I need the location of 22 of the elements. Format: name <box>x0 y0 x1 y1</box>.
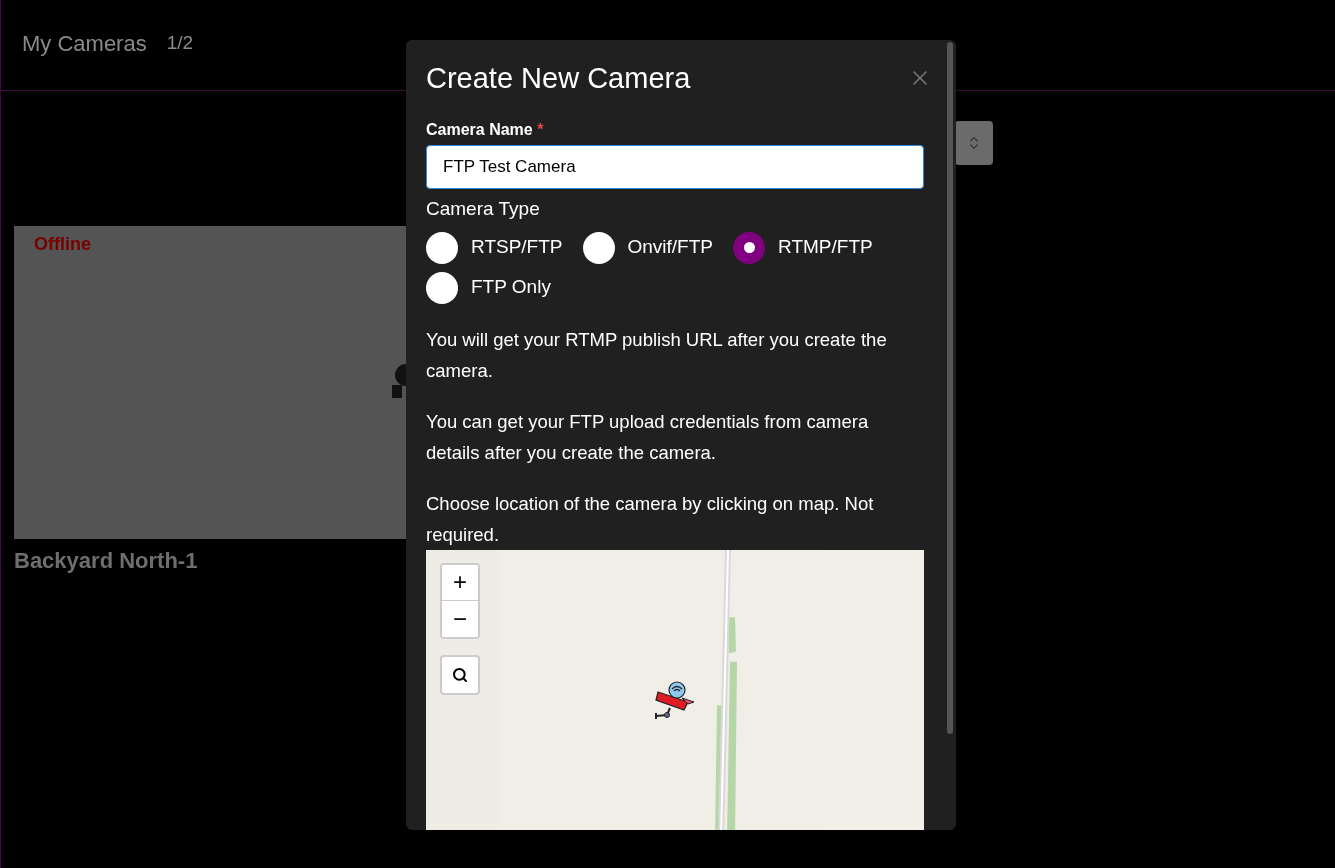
camera-icon <box>392 361 406 401</box>
status-label: Offline <box>34 234 91 254</box>
scrollbar[interactable] <box>947 42 953 734</box>
field-label: Camera Name * <box>426 120 545 140</box>
camera-type-radio[interactable]: RTMP/FTP <box>733 231 873 264</box>
map-search-button[interactable] <box>440 654 480 695</box>
camera-type-radio[interactable]: FTP Only <box>426 271 551 304</box>
sort-button[interactable] <box>955 121 993 165</box>
camera-type-radio[interactable]: Onvif/FTP <box>582 231 713 264</box>
location-map[interactable]: + − <box>426 549 924 830</box>
info-text: Choose location of the camera by clicking on map. Not required. <box>426 491 875 547</box>
dialog-title: Create New Camera <box>426 61 691 96</box>
page-title: My Cameras <box>22 29 147 58</box>
search-icon <box>452 666 468 683</box>
camera-type-radio[interactable]: RTSP/FTP <box>426 231 563 264</box>
info-text: You can get your FTP upload credentials from camera details after you create the camera. <box>426 409 870 465</box>
camera-name-input[interactable]: FTP Test Camera <box>426 145 924 189</box>
camera-count: 1/2 <box>166 30 194 55</box>
camera-name: Backyard North-1 <box>14 547 199 575</box>
zoom-in-button[interactable]: + <box>442 564 478 601</box>
field-label: Camera Type <box>426 197 541 221</box>
info-text: You will get your RTMP publish URL after you create the camera. <box>426 327 888 383</box>
